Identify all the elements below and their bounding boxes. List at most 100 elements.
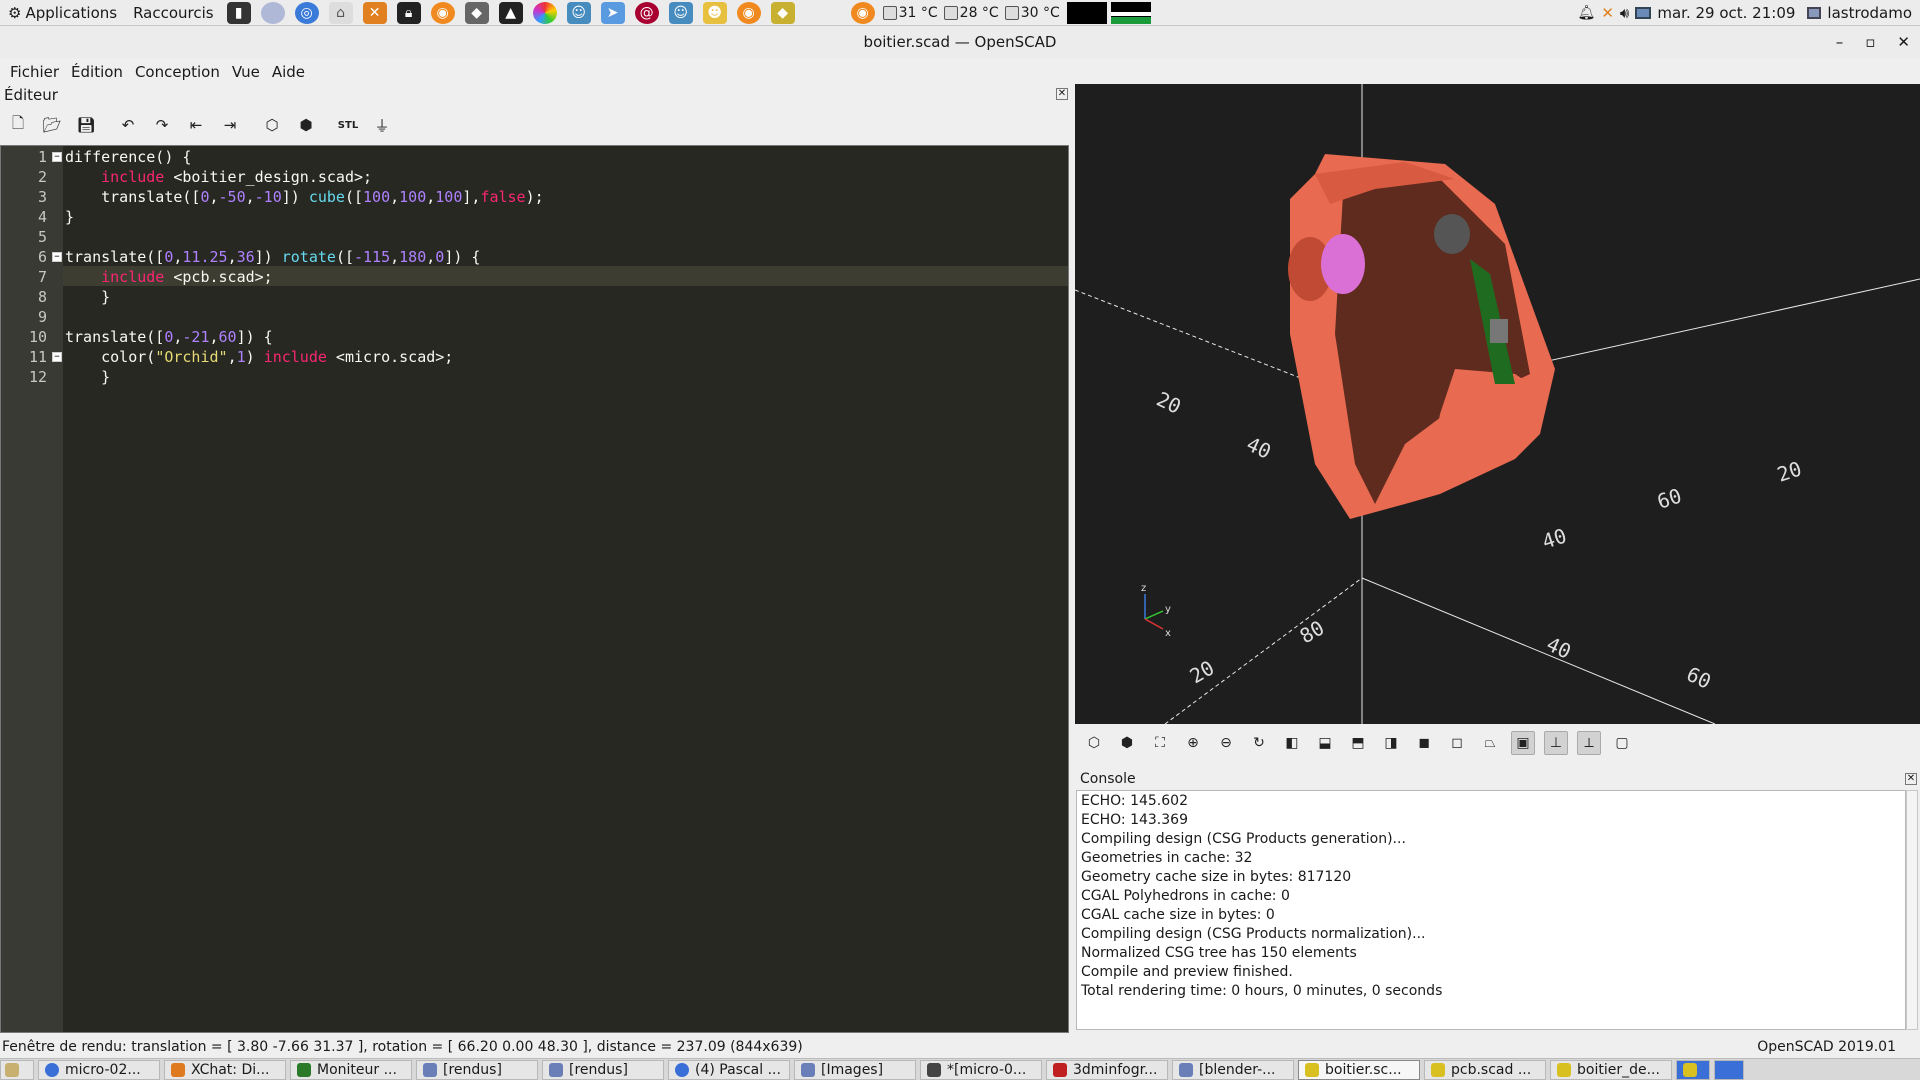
taskbar-item[interactable]: XChat: Di...: [164, 1059, 286, 1080]
mail-icon[interactable]: ➤: [600, 1, 625, 24]
console-scrollbar[interactable]: [1906, 790, 1918, 1030]
close-icon[interactable]: ✕: [1897, 33, 1910, 51]
taskbar-item[interactable]: [rendus]: [416, 1059, 538, 1080]
taskbar-item[interactable]: [rendus]: [542, 1059, 664, 1080]
unindent-icon[interactable]: ⇤: [184, 113, 208, 137]
console-line: ECHO: 145.602: [1081, 793, 1188, 809]
taskbar-item[interactable]: pcb.scad ...: [1424, 1059, 1546, 1080]
view-top-icon[interactable]: ⬓: [1313, 731, 1337, 755]
code-editor[interactable]: 1 2 3 4 5 6 7 8 9 10 11 12 − − − differe…: [0, 145, 1069, 1033]
gimp-icon[interactable]: ◆: [464, 1, 489, 24]
menu-view[interactable]: Vue: [226, 63, 266, 81]
godot-icon-2[interactable]: ☺: [668, 1, 693, 24]
taskbar-item[interactable]: *[micro-0...: [920, 1059, 1042, 1080]
view-front-icon[interactable]: ◼: [1412, 731, 1436, 755]
print-3d-icon[interactable]: ⏚: [370, 113, 394, 137]
show-desktop-icon[interactable]: [0, 1059, 34, 1080]
show-scale-icon[interactable]: ⟂: [1577, 731, 1601, 755]
render-icon[interactable]: ⬢: [1115, 731, 1139, 755]
user-menu[interactable]: lastrodamo: [1827, 4, 1912, 22]
shortcuts-menu[interactable]: Raccourcis: [125, 4, 222, 22]
render-viewport[interactable]: 20 40 60 80 20 40 60 20 40 60 80 20: [1075, 84, 1920, 724]
menu-help[interactable]: Aide: [266, 63, 311, 81]
godot-icon[interactable]: ☺: [566, 1, 591, 24]
reset-view-icon[interactable]: ↻: [1247, 731, 1271, 755]
perspective-icon[interactable]: ⏢: [1478, 731, 1502, 755]
apps-icon: ⚙: [8, 3, 22, 22]
taskbar-item[interactable]: 3dminfogr...: [1046, 1059, 1168, 1080]
menu-file[interactable]: Fichier: [4, 63, 65, 81]
color-icon[interactable]: [532, 1, 557, 24]
zoom-out-icon[interactable]: ⊖: [1214, 731, 1238, 755]
workspace-1[interactable]: [1676, 1059, 1710, 1080]
taskbar-item[interactable]: boitier_de...: [1550, 1059, 1672, 1080]
fold-toggle-icon[interactable]: −: [52, 152, 62, 162]
editor-close-icon[interactable]: ✕: [1056, 88, 1068, 100]
preview-icon[interactable]: ⬡: [260, 113, 284, 137]
orthogonal-icon[interactable]: ▣: [1511, 731, 1535, 755]
show-edges-icon[interactable]: ▢: [1610, 731, 1634, 755]
debian-icon[interactable]: @: [634, 1, 659, 24]
cat-icon[interactable]: ☻: [702, 1, 727, 24]
xchat-icon[interactable]: ✕: [362, 1, 387, 24]
app-icon: [549, 1062, 563, 1077]
console-line: Compile and preview finished.: [1081, 964, 1293, 980]
taskbar-item[interactable]: micro-02...: [38, 1059, 160, 1080]
fold-toggle-icon[interactable]: −: [52, 252, 62, 262]
render-icon[interactable]: ⬢: [294, 113, 318, 137]
terminal-icon[interactable]: ▮: [226, 1, 251, 24]
xchat-tray-icon[interactable]: ✕: [1601, 4, 1614, 22]
blender-icon-2[interactable]: ◉: [736, 1, 761, 24]
maximize-icon[interactable]: ▫: [1865, 33, 1875, 51]
zoom-in-icon[interactable]: ⊕: [1181, 731, 1205, 755]
view-right-icon[interactable]: ◧: [1280, 731, 1304, 755]
view-back-icon[interactable]: ◻: [1445, 731, 1469, 755]
save-icon[interactable]: 💾︎: [74, 113, 98, 137]
display-icon[interactable]: [1635, 7, 1652, 19]
console-title: Console: [1080, 771, 1136, 787]
blender-icon[interactable]: ◉: [430, 1, 455, 24]
menu-edit[interactable]: Édition: [65, 63, 129, 81]
volume-icon[interactable]: 🔊︎: [1620, 4, 1629, 22]
notification-icon[interactable]: 🔔︎: [1578, 5, 1596, 21]
tick-label: 40: [1539, 523, 1569, 553]
line-number: 9: [37, 308, 47, 326]
view-all-icon[interactable]: ⛶: [1148, 731, 1172, 755]
open-file-icon[interactable]: 📂︎: [40, 113, 64, 137]
axis-label-x: x: [1165, 628, 1171, 639]
undo-icon[interactable]: ↶: [116, 113, 140, 137]
view-bottom-icon[interactable]: ⬒: [1346, 731, 1370, 755]
cpu-graph: [1066, 1, 1107, 24]
browser-icon[interactable]: [260, 1, 285, 24]
openscad-icon[interactable]: ◆: [770, 1, 795, 24]
indent-icon[interactable]: ⇥: [218, 113, 242, 137]
workspace-2[interactable]: [1714, 1059, 1744, 1080]
line-number: 10: [28, 328, 47, 346]
view-toolbar: ⬡ ⬢ ⛶ ⊕ ⊖ ↻ ◧ ⬓ ⬒ ◨ ◼ ◻ ⏢ ▣ ⊥ ⟂ ▢: [1082, 730, 1634, 756]
applications-menu[interactable]: ⚙ Applications: [0, 4, 125, 22]
inkscape-icon[interactable]: ▲: [498, 1, 523, 24]
preview-icon[interactable]: ⬡: [1082, 731, 1106, 755]
taskbar-item[interactable]: [Images]: [794, 1059, 916, 1080]
taskbar-item[interactable]: [blender-...: [1172, 1059, 1294, 1080]
console-close-icon[interactable]: ✕: [1905, 773, 1917, 785]
minimize-icon[interactable]: –: [1836, 33, 1844, 51]
blender-tray-icon[interactable]: ◉: [850, 1, 875, 24]
view-left-icon[interactable]: ◨: [1379, 731, 1403, 755]
network-icon[interactable]: ⌂: [328, 1, 353, 24]
temp-sensor-1: 31 °C: [880, 5, 941, 21]
taskbar-item[interactable]: (4) Pascal ...: [668, 1059, 790, 1080]
menu-design[interactable]: Conception: [129, 63, 226, 81]
chromium-icon[interactable]: ◎: [294, 1, 319, 24]
export-stl-icon[interactable]: STL: [336, 113, 360, 137]
launcher-bar: ▮ ◎ ⌂ ✕ 🔒︎ ◉ ◆ ▲ ☺ ➤ @ ☺ ☻ ◉ ◆: [222, 1, 800, 24]
taskbar-item-active[interactable]: boitier.sc...: [1298, 1059, 1420, 1080]
console-output[interactable]: ECHO: 145.602 ECHO: 143.369 Compiling de…: [1076, 790, 1906, 1030]
lock-icon[interactable]: 🔒︎: [396, 1, 421, 24]
show-axes-icon[interactable]: ⊥: [1544, 731, 1568, 755]
new-file-icon[interactable]: 🗋︎: [6, 113, 30, 137]
clock[interactable]: mar. 29 oct. 21:09: [1657, 4, 1795, 22]
fold-toggle-icon[interactable]: −: [52, 352, 62, 362]
taskbar-item[interactable]: Moniteur ...: [290, 1059, 412, 1080]
redo-icon[interactable]: ↷: [150, 113, 174, 137]
